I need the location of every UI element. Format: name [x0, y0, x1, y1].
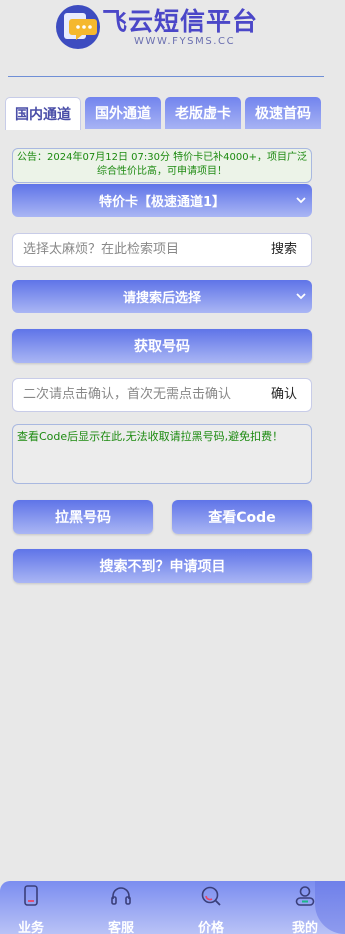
project-search-row: 选择太麻烦？在此检索项目 搜索 — [12, 233, 312, 267]
confirm-button[interactable]: 确认 — [271, 379, 297, 411]
channel-tabs: 国内通道 国外通道 老版虚卡 极速首码 — [5, 97, 321, 130]
user-icon — [295, 886, 315, 906]
header-divider — [8, 76, 324, 77]
nav-label: 我的 — [291, 921, 318, 934]
search-icon — [201, 886, 221, 906]
nav-item-support[interactable]: 客服 — [91, 881, 151, 934]
tab-overseas[interactable]: 国外通道 — [85, 97, 161, 129]
tab-domestic[interactable]: 国内通道 — [5, 97, 81, 130]
phone-icon — [24, 885, 38, 906]
search-button[interactable]: 搜索 — [271, 234, 297, 266]
chevron-down-icon — [296, 197, 306, 204]
confirm-input[interactable]: 二次请点击确认，首次无需点击确认 — [23, 379, 231, 411]
request-project-button[interactable]: 搜索不到？申请项目 — [13, 549, 312, 583]
chat-bubble-logo-icon — [56, 5, 100, 49]
nav-label: 客服 — [107, 921, 134, 934]
nav-item-business[interactable]: 业务 — [1, 881, 61, 934]
brand-logo: 飞云短信平台 WWW.FYSMS.CC — [52, 2, 302, 50]
nav-label: 价格 — [197, 921, 224, 934]
code-display: 查看Code后显示在此,无法收取请拉黑号码,避免扣费！ — [12, 424, 312, 484]
brand-subtitle: WWW.FYSMS.CC — [134, 36, 236, 47]
channel-select-value: 特价卡【极速通道1】 — [98, 195, 226, 210]
bottom-nav: 业务 客服 价格 我的 — [0, 881, 345, 934]
blacklist-number-button[interactable]: 拉黑号码 — [13, 500, 153, 534]
search-input[interactable]: 选择太麻烦？在此检索项目 — [23, 234, 179, 266]
project-select-value: 请搜索后选择 — [122, 291, 201, 306]
nav-item-profile[interactable]: 我的 — [275, 881, 335, 934]
nav-item-price[interactable]: 价格 — [181, 881, 241, 934]
brand-title: 飞云短信平台 — [102, 7, 259, 36]
announcement: 公告：2024年07月12日 07:30分 特价卡已补4000+，项目广泛 综合… — [12, 148, 312, 183]
confirm-row: 二次请点击确认，首次无需点击确认 确认 — [12, 378, 312, 412]
get-number-button[interactable]: 获取号码 — [12, 329, 312, 363]
headset-icon — [111, 887, 131, 905]
chevron-down-icon — [296, 293, 306, 300]
nav-label: 业务 — [17, 921, 44, 934]
channel-select[interactable]: 特价卡【极速通道1】 — [12, 184, 312, 217]
tab-fast-first-code[interactable]: 极速首码 — [245, 97, 321, 129]
tab-old-virtual-card[interactable]: 老版虚卡 — [165, 97, 241, 129]
project-select[interactable]: 请搜索后选择 — [12, 280, 312, 313]
view-code-button[interactable]: 查看Code — [172, 500, 312, 534]
